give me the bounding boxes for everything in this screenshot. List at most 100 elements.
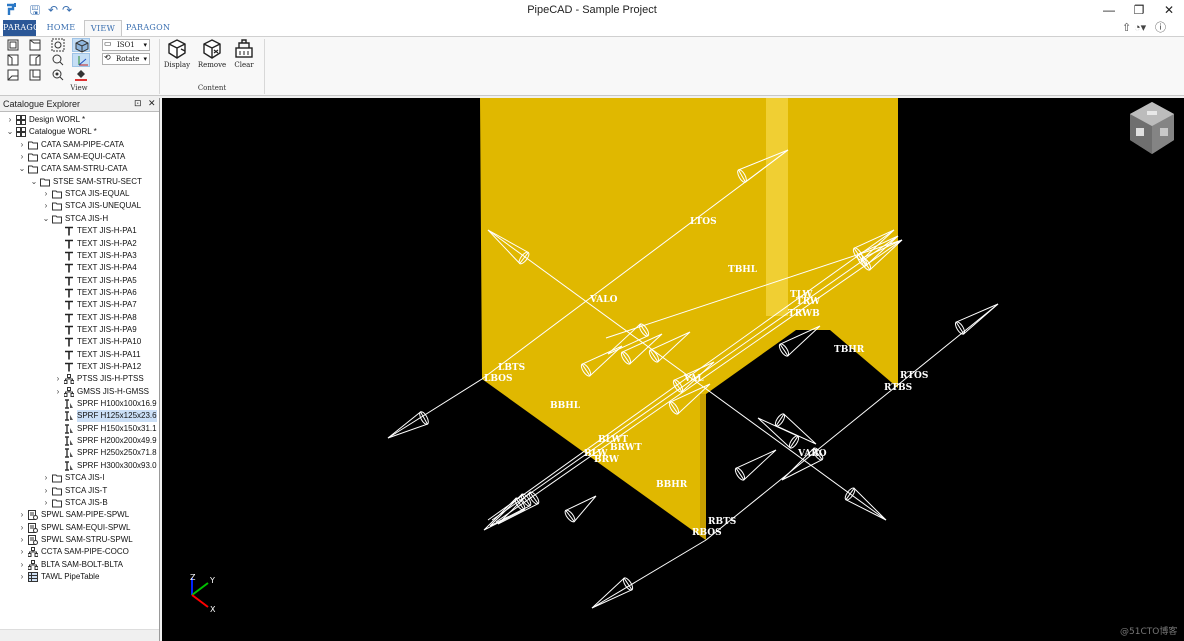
3d-viewport[interactable]: LTOS TBHL VALO LBTS LBOS BBHL TLW TRW TRWB TBHR RT… <box>162 98 1184 641</box>
tree-node[interactable]: SPRF H200x200x49.9 <box>0 435 159 447</box>
tree-node[interactable]: › SPWL SAM-STRU-SPWL <box>0 534 159 546</box>
expand-arrow-icon[interactable]: › <box>18 534 26 546</box>
tree-node[interactable]: TEXT JIS-H-PA5 <box>0 275 159 287</box>
tree-node[interactable]: TEXT JIS-H-PA12 <box>0 361 159 373</box>
tab-paragon[interactable]: PARAGON <box>126 20 170 36</box>
tree-node[interactable]: TEXT JIS-H-PA2 <box>0 238 159 250</box>
panel-close-icon[interactable]: ✕ <box>148 98 156 109</box>
tree-node-label: TEXT JIS-H-PA1 <box>77 226 137 236</box>
tree-node[interactable]: › GMSS JIS-H-GMSS <box>0 386 159 398</box>
expand-arrow-icon[interactable]: › <box>18 509 26 521</box>
tree-node[interactable]: › STCA JIS-EQUAL <box>0 188 159 200</box>
tree-node[interactable]: TEXT JIS-H-PA6 <box>0 287 159 299</box>
orientation-cube[interactable] <box>1130 102 1174 154</box>
tree-node[interactable]: ⌄ STSE SAM-STRU-SECT <box>0 176 159 188</box>
clear-button[interactable]: Clear <box>228 38 260 69</box>
up-arrow-icon[interactable]: ⇧ <box>1122 20 1131 36</box>
tree-node[interactable]: › CCTA SAM-PIPE-COCO <box>0 546 159 558</box>
text-icon <box>64 362 74 372</box>
tree-node[interactable]: ⌄ Catalogue WORL * <box>0 126 159 138</box>
expand-arrow-icon[interactable]: › <box>42 485 50 497</box>
tree-node[interactable]: ⌄ CATA SAM-STRU-CATA <box>0 163 159 175</box>
axes-toggle-icon[interactable] <box>72 53 90 67</box>
zoom-extents-icon[interactable] <box>49 38 67 52</box>
shaded-mode-icon[interactable] <box>72 38 90 53</box>
tree-node[interactable]: TEXT JIS-H-PA1 <box>0 225 159 237</box>
tree-node[interactable]: ⌄ STCA JIS-H <box>0 213 159 225</box>
tree-node[interactable]: › STCA JIS-I <box>0 472 159 484</box>
profile-icon <box>64 436 74 446</box>
tree-node-label: STCA JIS-I <box>65 473 105 483</box>
tree-node[interactable]: SPRF H150x150x31.1 <box>0 423 159 435</box>
expand-arrow-icon[interactable]: › <box>42 497 50 509</box>
view-front-icon[interactable] <box>4 38 22 52</box>
pin-icon[interactable]: ⊡ <box>134 98 142 109</box>
tree-node[interactable]: › STCA JIS-T <box>0 485 159 497</box>
expand-arrow-icon[interactable]: › <box>42 472 50 484</box>
collapse-arrow-icon[interactable]: ⌄ <box>18 163 26 175</box>
tree-node[interactable]: › TAWL PipeTable <box>0 571 159 583</box>
tree-node[interactable]: TEXT JIS-H-PA10 <box>0 336 159 348</box>
palette-icon[interactable]: ◔▾ <box>1134 20 1146 36</box>
chevron-down-icon: ▾ <box>143 41 147 49</box>
collapse-arrow-icon[interactable]: ⌄ <box>6 126 14 138</box>
remove-cube-icon <box>203 39 221 59</box>
tab-view[interactable]: VIEW <box>84 20 122 37</box>
view-left-icon[interactable] <box>4 53 22 67</box>
expand-arrow-icon[interactable]: › <box>18 522 26 534</box>
text-icon <box>64 263 74 273</box>
view-back-icon[interactable] <box>26 68 44 82</box>
tree-node[interactable]: SPRF H125x125x23.6 <box>0 410 159 423</box>
tree-node-label: TEXT JIS-H-PA5 <box>77 275 137 285</box>
tree-node[interactable]: SPRF H250x250x71.8 <box>0 447 159 459</box>
tree-node[interactable]: TEXT JIS-H-PA4 <box>0 262 159 274</box>
zoom-window-icon[interactable] <box>49 53 67 67</box>
tree-node[interactable]: › STCA JIS-B <box>0 497 159 509</box>
restore-button[interactable]: ❐ <box>1124 0 1154 20</box>
tree-node[interactable]: TEXT JIS-H-PA8 <box>0 312 159 324</box>
expand-arrow-icon[interactable]: › <box>18 571 26 583</box>
minimize-button[interactable]: — <box>1094 0 1124 20</box>
tree-node[interactable]: › PTSS JIS-H-PTSS <box>0 373 159 385</box>
tree-node[interactable]: SPRF H300x300x93.0 <box>0 460 159 472</box>
pline-label: LBTS <box>498 363 525 373</box>
zoom-icon[interactable] <box>49 68 67 82</box>
expand-arrow-icon[interactable]: › <box>18 546 26 558</box>
tree-node[interactable]: TEXT JIS-H-PA9 <box>0 324 159 336</box>
tree-node-label: SPRF H250x250x71.8 <box>77 448 157 458</box>
close-button[interactable]: ✕ <box>1154 0 1184 20</box>
expand-arrow-icon[interactable]: › <box>42 188 50 200</box>
tree-node-label: CATA SAM-PIPE-CATA <box>41 139 124 149</box>
tree-node[interactable]: › BLTA SAM-BOLT-BLTA <box>0 559 159 571</box>
view-top-icon[interactable] <box>26 38 44 52</box>
collapse-arrow-icon[interactable]: ⌄ <box>30 176 38 188</box>
help-icon[interactable]: ⓘ <box>1155 20 1166 36</box>
tree-node[interactable]: TEXT JIS-H-PA7 <box>0 299 159 311</box>
horizontal-scrollbar[interactable] <box>0 629 159 641</box>
background-color-icon[interactable] <box>72 68 90 82</box>
expand-arrow-icon[interactable]: › <box>54 373 62 385</box>
tree-node[interactable]: › CATA SAM-EQUI-CATA <box>0 151 159 163</box>
tree-node[interactable]: › SPWL SAM-EQUI-SPWL <box>0 522 159 534</box>
tree-node[interactable]: › STCA JIS-UNEQUAL <box>0 200 159 212</box>
view-bottom-icon[interactable] <box>4 68 22 82</box>
tree-node[interactable]: TEXT JIS-H-PA11 <box>0 349 159 361</box>
expand-arrow-icon[interactable]: › <box>54 386 62 398</box>
display-button[interactable]: Display <box>161 38 193 69</box>
expand-arrow-icon[interactable]: › <box>18 139 26 151</box>
remove-button[interactable]: Remove <box>196 38 228 69</box>
collapse-arrow-icon[interactable]: ⌄ <box>42 213 50 225</box>
rotate-icon: ⟲ <box>104 53 111 62</box>
tree-node[interactable]: SPRF H100x100x16.9 <box>0 398 159 410</box>
tab-home[interactable]: HOME <box>44 20 78 36</box>
tree-node[interactable]: › SPWL SAM-PIPE-SPWL <box>0 509 159 521</box>
tree-node[interactable]: › Design WORL * <box>0 114 159 126</box>
expand-arrow-icon[interactable]: › <box>42 200 50 212</box>
tab-paragon-file[interactable]: PARAGON <box>3 20 47 36</box>
expand-arrow-icon[interactable]: › <box>18 559 26 571</box>
view-right-icon[interactable] <box>26 53 44 67</box>
expand-arrow-icon[interactable]: › <box>6 114 14 126</box>
tree-node[interactable]: TEXT JIS-H-PA3 <box>0 250 159 262</box>
expand-arrow-icon[interactable]: › <box>18 151 26 163</box>
tree-node[interactable]: › CATA SAM-PIPE-CATA <box>0 139 159 151</box>
